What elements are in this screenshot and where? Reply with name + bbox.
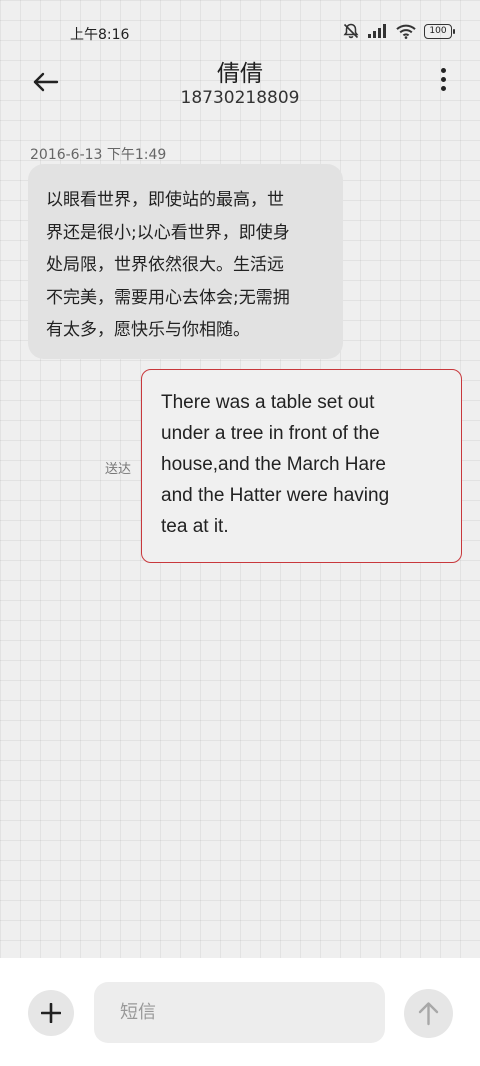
compose-bar (0, 958, 480, 1066)
conversation-header: 倩倩 18730218809 (0, 50, 480, 114)
plus-icon (41, 1003, 61, 1023)
status-time: 上午8:16 (70, 27, 130, 43)
more-vertical-icon (436, 68, 450, 91)
message-line: and the Hatter were having (161, 485, 390, 506)
message-line: under a tree in front of the (161, 423, 380, 444)
wifi-icon (396, 24, 416, 39)
message-line: 处局限，世界依然很大。生活远 (46, 255, 284, 275)
message-line: house,and the March Hare (161, 454, 386, 475)
send-arrow-up-icon (418, 1002, 439, 1026)
send-button[interactable] (404, 989, 453, 1038)
bell-mute-icon (342, 22, 360, 40)
message-line: 界还是很小;以心看世界，即使身 (46, 222, 290, 243)
message-input[interactable] (94, 982, 385, 1043)
battery-icon: 100 (424, 23, 455, 39)
signal-icon (368, 24, 388, 38)
message-line: tea at it. (161, 516, 229, 537)
conversation-screen: 上午8:16 100 倩倩 18730218809 2016-6-13 下午1:… (0, 0, 480, 1066)
message-line: 以眼看世界，即使站的最高，世 (46, 190, 284, 210)
add-attachment-button[interactable] (28, 990, 74, 1036)
contact-number: 18730218809 (180, 88, 300, 108)
delivery-status: 送达 (105, 462, 132, 477)
status-icons: 100 (342, 22, 455, 40)
more-options-button[interactable] (436, 68, 450, 96)
message-line: There was a table set out (161, 392, 375, 413)
message-line: 有太多，愿快乐与你相随。 (46, 320, 250, 340)
received-message-bubble[interactable]: 以眼看世界，即使站的最高，世 界还是很小;以心看世界，即使身 处局限，世界依然很… (28, 164, 343, 359)
sent-message-bubble[interactable]: There was a table set out under a tree i… (141, 369, 462, 563)
contact-name: 倩倩 (217, 61, 263, 87)
message-timestamp: 2016-6-13 下午1:49 (30, 147, 167, 163)
message-line: 不完美，需要用心去体会;无需拥 (46, 287, 290, 308)
